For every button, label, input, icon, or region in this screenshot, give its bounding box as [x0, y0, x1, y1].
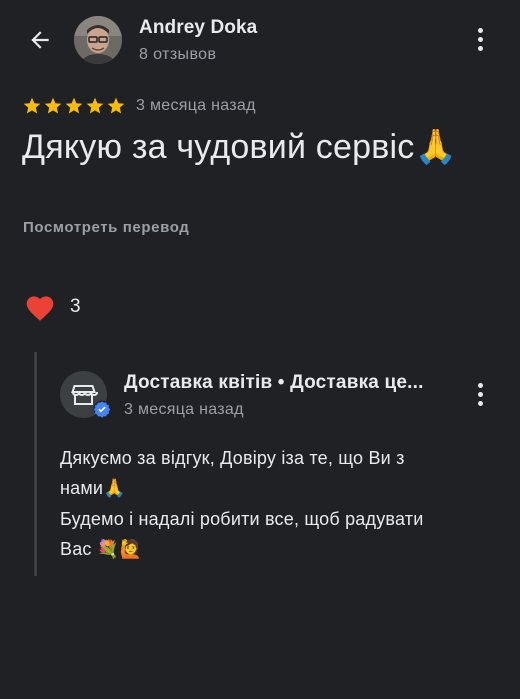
- bouquet-raising-hand-emoji: 💐🙋: [96, 539, 143, 560]
- back-button[interactable]: [22, 22, 58, 58]
- reply-thread-line: [34, 352, 37, 576]
- like-button[interactable]: 3: [24, 291, 81, 323]
- review-text-body: Дякую за чудовий сервіс: [22, 128, 415, 166]
- author-review-count: 8 отзывов: [139, 46, 217, 63]
- reply-line-4: Вас 💐🙋: [60, 539, 143, 560]
- business-name[interactable]: Доставка квітів • Доставка це...: [124, 372, 424, 394]
- reply-line-3: Будемо і надалі робити все, щоб радувати: [60, 509, 424, 529]
- more-vert-icon: [477, 27, 483, 33]
- heart-icon: [26, 296, 54, 321]
- star-icon: [65, 97, 83, 114]
- arrow-back-icon: [31, 31, 49, 49]
- review-rating-row: 3 месяца назад: [22, 94, 256, 118]
- see-translation-link[interactable]: Посмотреть перевод: [23, 219, 189, 236]
- reply-text: Дякуємо за відгук, Довіру іза те, що Ви …: [60, 443, 480, 565]
- review-text: Дякую за чудовий сервіс🙏: [22, 127, 457, 167]
- more-vert-icon: [477, 382, 483, 388]
- star-icon: [44, 97, 62, 114]
- like-count: 3: [70, 296, 81, 317]
- star-rating: [22, 96, 126, 116]
- review-header: Andrey Doka 8 отзывов: [0, 0, 520, 80]
- pray-emoji: 🙏: [103, 478, 126, 499]
- reply-date: 3 месяца назад: [124, 401, 244, 418]
- pray-emoji: 🙏: [414, 127, 457, 167]
- reply-line-2: нами🙏: [60, 478, 126, 499]
- star-icon: [107, 97, 125, 114]
- star-icon: [23, 97, 41, 114]
- more-options-button[interactable]: [468, 21, 492, 57]
- avatar-photo: [74, 16, 122, 64]
- author-name[interactable]: Andrey Doka: [139, 17, 257, 39]
- reply-more-options-button[interactable]: [468, 376, 492, 412]
- review-date: 3 месяца назад: [136, 97, 256, 114]
- reply-line-1: Дякуємо за відгук, Довіру іза те, що Ви …: [60, 448, 405, 468]
- star-icon: [86, 97, 104, 114]
- verified-badge-icon: [93, 400, 111, 418]
- author-avatar[interactable]: [74, 16, 122, 64]
